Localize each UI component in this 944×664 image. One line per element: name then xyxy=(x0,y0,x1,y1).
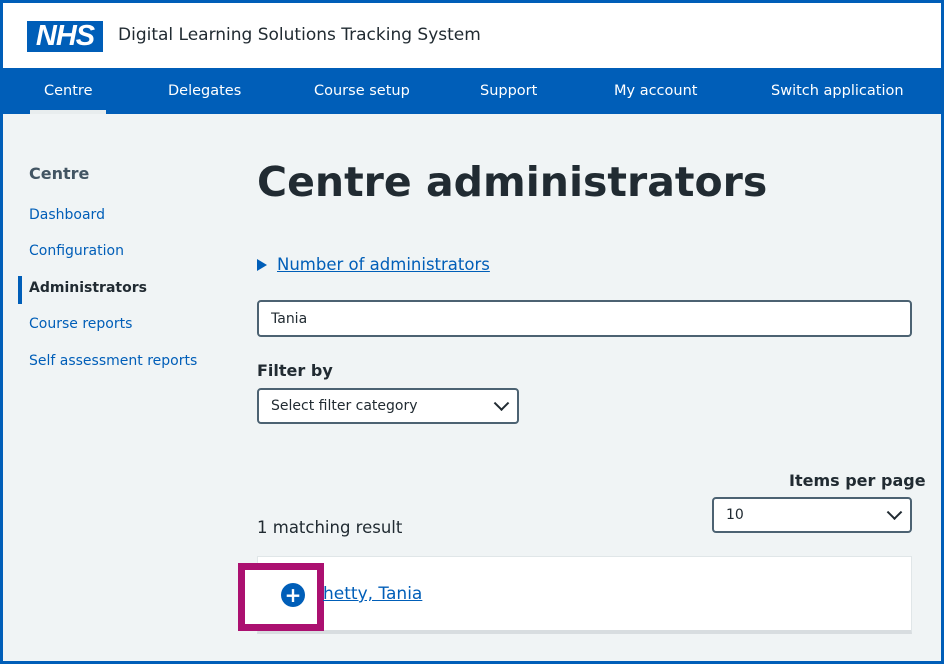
number-of-administrators-details[interactable]: Number of administrators xyxy=(257,255,490,274)
plus-circle-icon[interactable]: + xyxy=(281,583,305,607)
sidebar-item-dashboard[interactable]: Dashboard xyxy=(29,207,105,223)
sidebar-item-course-reports[interactable]: Course reports xyxy=(29,316,132,332)
nav-item-delegates[interactable]: Delegates xyxy=(168,68,241,114)
app-title: Digital Learning Solutions Tracking Syst… xyxy=(118,25,481,45)
items-per-page-value: 10 xyxy=(726,507,744,523)
nhs-logo[interactable]: NHS xyxy=(27,21,103,52)
nav-item-support[interactable]: Support xyxy=(480,68,537,114)
page-frame: NHS Digital Learning Solutions Tracking … xyxy=(0,0,944,664)
filter-select-value: Select filter category xyxy=(271,398,418,414)
nav-item-centre[interactable]: Centre xyxy=(29,68,108,114)
triangle-right-icon xyxy=(257,258,267,271)
result-count: 1 matching result xyxy=(257,518,403,537)
items-per-page-label: Items per page xyxy=(789,471,926,490)
sidebar-item-administrators[interactable]: Administrators xyxy=(29,280,147,296)
primary-nav: Centre Delegates Course setup Support My… xyxy=(3,68,941,114)
items-per-page-select[interactable]: 10 xyxy=(712,497,912,533)
administrator-name-link[interactable]: hetty, Tania xyxy=(323,584,422,604)
filter-by-label: Filter by xyxy=(257,361,333,380)
search-input[interactable] xyxy=(257,300,912,337)
filter-category-select[interactable]: Select filter category xyxy=(257,388,519,424)
chevron-down-icon xyxy=(886,504,903,521)
nav-item-my-account[interactable]: My account xyxy=(614,68,697,114)
details-summary-link[interactable]: Number of administrators xyxy=(277,255,490,274)
site-header: NHS Digital Learning Solutions Tracking … xyxy=(3,0,941,68)
page-title: Centre administrators xyxy=(257,158,768,206)
sidebar-item-self-assessment-reports[interactable]: Self assessment reports xyxy=(29,353,197,369)
sidebar-item-configuration[interactable]: Configuration xyxy=(29,243,124,259)
nav-item-course-setup[interactable]: Course setup xyxy=(314,68,410,114)
chevron-down-icon xyxy=(493,395,510,412)
nav-item-switch-application[interactable]: Switch application xyxy=(771,68,904,114)
sidebar-heading: Centre xyxy=(29,164,90,183)
sidebar-current-indicator xyxy=(18,276,22,304)
